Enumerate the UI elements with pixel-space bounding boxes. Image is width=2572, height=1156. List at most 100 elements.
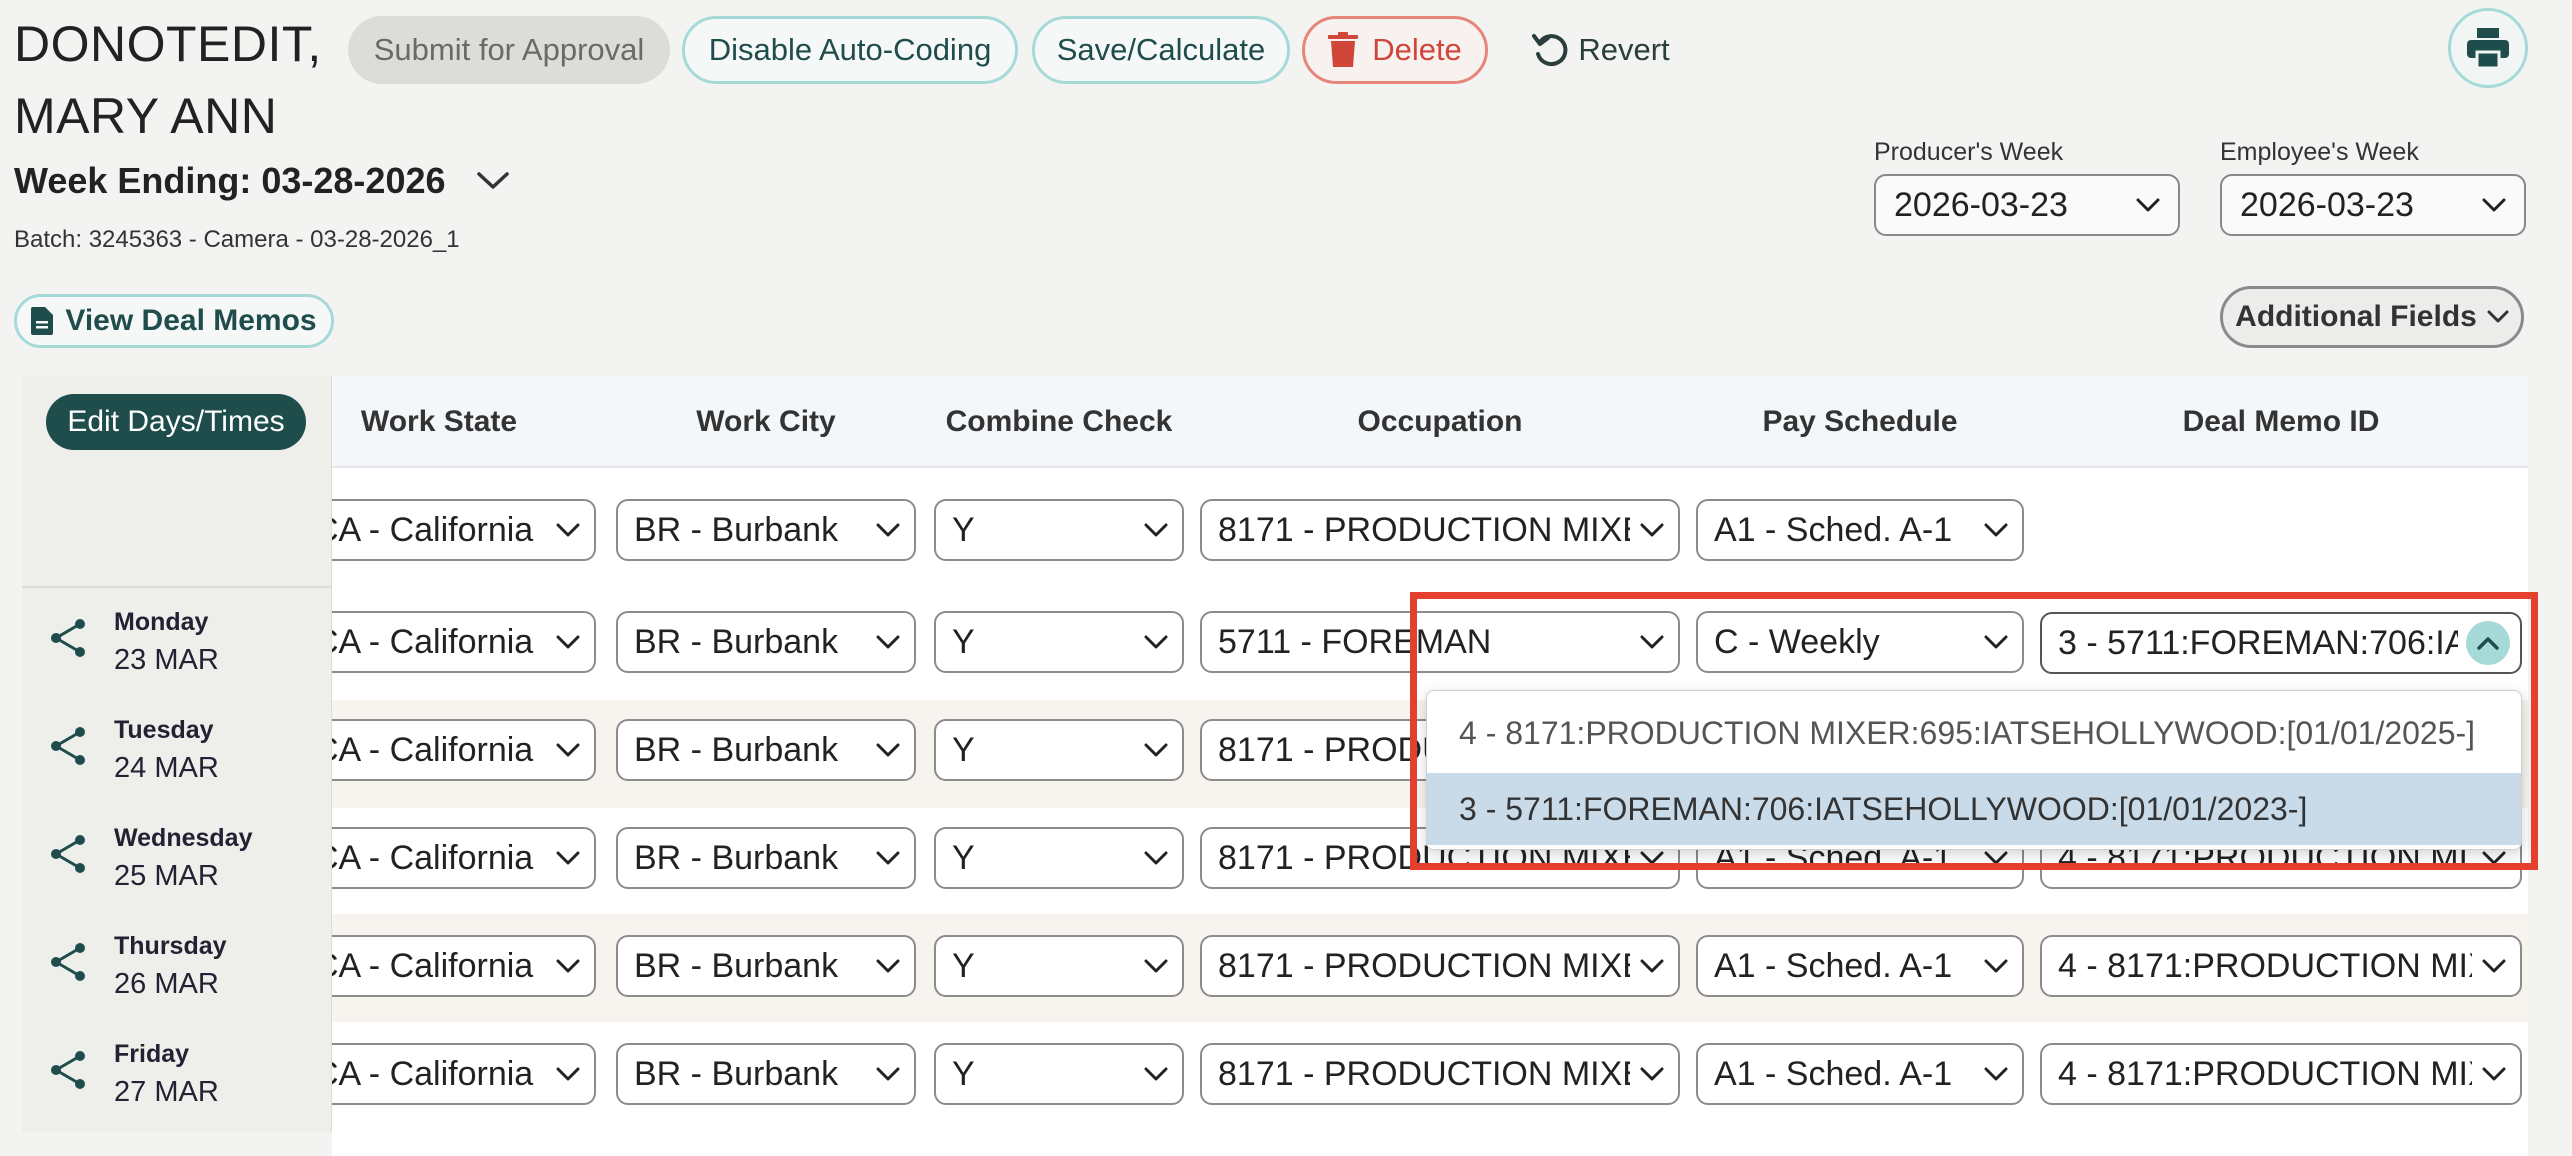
combine-check-select[interactable]: Y <box>934 1043 1184 1105</box>
chevron-down-icon <box>1144 1067 1168 1081</box>
deal-memo-select[interactable]: 4 - 8171:PRODUCTION MIXER <box>2040 1043 2522 1105</box>
column-header-pay-schedule[interactable]: Pay Schedule <box>1696 376 2024 468</box>
column-header-occupation[interactable]: Occupation <box>1200 376 1680 468</box>
chevron-down-icon <box>1640 959 1664 973</box>
combine-check-select-value: Y <box>952 510 975 549</box>
chevron-down-icon <box>2482 959 2506 973</box>
view-deal-memos-label: View Deal Memos <box>65 304 317 337</box>
day-name: Thursday <box>114 932 227 960</box>
work-state-select[interactable]: CA - California <box>332 499 596 561</box>
day-item[interactable]: Thursday 26 MAR <box>22 912 332 1020</box>
work-city-select-value: BR - Burbank <box>634 946 839 985</box>
combine-check-select-value: Y <box>952 730 975 769</box>
pay-schedule-select[interactable]: A1 - Sched. A-1 <box>1696 1043 2024 1105</box>
combine-check-select-value: Y <box>952 622 975 661</box>
chevron-down-icon <box>1640 1067 1664 1081</box>
split-icon <box>51 1051 85 1089</box>
pay-schedule-select-value: A1 - Sched. A-1 <box>1714 946 1953 985</box>
work-city-select[interactable]: BR - Burbank <box>616 1043 916 1105</box>
column-header-combine-check[interactable]: Combine Check <box>934 376 1184 468</box>
work-city-select[interactable]: BR - Burbank <box>616 611 916 673</box>
save-calculate-button[interactable]: Save/Calculate <box>1032 16 1290 84</box>
chevron-down-icon <box>1144 635 1168 649</box>
split-icon <box>51 619 85 657</box>
occupation-select[interactable]: 8171 - PRODUCTION MIXER <box>1200 1043 1680 1105</box>
week-ending-selector[interactable]: Week Ending: 03-28-2026 <box>14 160 510 202</box>
revert-icon <box>1532 34 1568 67</box>
day-item[interactable]: Friday 27 MAR <box>22 1020 332 1128</box>
trash-icon <box>1328 32 1359 67</box>
work-city-select[interactable]: BR - Burbank <box>616 827 916 889</box>
work-city-select[interactable]: BR - Burbank <box>616 719 916 781</box>
work-state-select[interactable]: CA - California <box>332 719 596 781</box>
employees-week-label: Employee's Week <box>2220 138 2419 166</box>
split-icon <box>51 943 85 981</box>
additional-fields-button[interactable]: Additional Fields <box>2220 286 2524 348</box>
additional-fields-label: Additional Fields <box>2235 300 2477 333</box>
column-header-work-state[interactable]: Work State <box>332 376 546 468</box>
day-name: Tuesday <box>114 716 214 744</box>
split-icon <box>51 835 85 873</box>
day-item[interactable]: Tuesday 24 MAR <box>22 696 332 804</box>
submit-for-approval-button[interactable]: Submit for Approval <box>348 16 670 84</box>
chevron-down-icon <box>556 635 580 649</box>
chevron-down-icon <box>876 635 900 649</box>
batch-info: Batch: 3245363 - Camera - 03-28-2026_1 <box>14 226 460 253</box>
work-city-select-value: BR - Burbank <box>634 838 839 877</box>
chevron-down-icon <box>2482 198 2506 212</box>
day-date: 25 MAR <box>114 860 219 892</box>
chevron-down-icon <box>1984 1067 2008 1081</box>
employee-name-line1: DONOTEDIT, <box>14 16 322 72</box>
delete-button[interactable]: Delete <box>1302 16 1488 84</box>
column-header-work-city[interactable]: Work City <box>616 376 916 468</box>
chevron-down-icon <box>1144 523 1168 537</box>
day-date: 26 MAR <box>114 968 219 1000</box>
producers-week-select[interactable]: 2026-03-23 <box>1874 174 2180 236</box>
employees-week-value: 2026-03-23 <box>2240 185 2414 224</box>
chevron-down-icon <box>1144 743 1168 757</box>
revert-button[interactable]: Revert <box>1510 16 1690 84</box>
week-ending-label: Week Ending: 03-28-2026 <box>14 160 446 201</box>
work-state-select[interactable]: CA - California <box>332 935 596 997</box>
chevron-down-icon <box>1640 523 1664 537</box>
occupation-select-value: 8171 - PRODUCTION MIXER <box>1218 510 1630 549</box>
pay-schedule-select[interactable]: A1 - Sched. A-1 <box>1696 499 2024 561</box>
combine-check-select[interactable]: Y <box>934 719 1184 781</box>
view-deal-memos-button[interactable]: View Deal Memos <box>14 294 334 348</box>
column-header-deal-memo-id[interactable]: Deal Memo ID <box>2040 376 2522 468</box>
deal-memo-select[interactable]: 4 - 8171:PRODUCTION MIXER <box>2040 935 2522 997</box>
work-city-select[interactable]: BR - Burbank <box>616 935 916 997</box>
combine-check-select-value: Y <box>952 946 975 985</box>
occupation-select[interactable]: 8171 - PRODUCTION MIXER <box>1200 499 1680 561</box>
work-city-select[interactable]: BR - Burbank <box>616 499 916 561</box>
chevron-down-icon <box>1984 523 2008 537</box>
producers-week-value: 2026-03-23 <box>1894 185 2068 224</box>
day-name: Monday <box>114 608 209 636</box>
deal-memo-select-value: 4 - 8171:PRODUCTION MIXER <box>2058 946 2472 985</box>
day-item[interactable]: Monday 23 MAR <box>22 588 332 696</box>
chevron-down-icon <box>556 1067 580 1081</box>
work-state-select[interactable]: CA - California <box>332 611 596 673</box>
work-state-select[interactable]: CA - California <box>332 827 596 889</box>
day-item[interactable]: Wednesday 25 MAR <box>22 804 332 912</box>
highlight-annotation <box>1410 592 2538 870</box>
disable-auto-coding-button[interactable]: Disable Auto-Coding <box>682 16 1018 84</box>
work-state-select-value: CA - California <box>332 838 534 877</box>
work-city-select-value: BR - Burbank <box>634 510 839 549</box>
work-state-select[interactable]: CA - California <box>332 1043 596 1105</box>
edit-days-times-button[interactable]: Edit Days/Times <box>46 394 306 450</box>
printer-icon <box>2467 28 2509 68</box>
chevron-down-icon <box>556 959 580 973</box>
pay-schedule-select[interactable]: A1 - Sched. A-1 <box>1696 935 2024 997</box>
combine-check-select[interactable]: Y <box>934 499 1184 561</box>
print-button[interactable] <box>2448 8 2528 88</box>
employees-week-select[interactable]: 2026-03-23 <box>2220 174 2526 236</box>
combine-check-select[interactable]: Y <box>934 611 1184 673</box>
combine-check-select[interactable]: Y <box>934 935 1184 997</box>
combine-check-select-value: Y <box>952 1054 975 1093</box>
day-date: 23 MAR <box>114 644 219 676</box>
day-name: Friday <box>114 1040 190 1068</box>
chevron-down-icon <box>876 743 900 757</box>
combine-check-select[interactable]: Y <box>934 827 1184 889</box>
occupation-select[interactable]: 8171 - PRODUCTION MIXER <box>1200 935 1680 997</box>
